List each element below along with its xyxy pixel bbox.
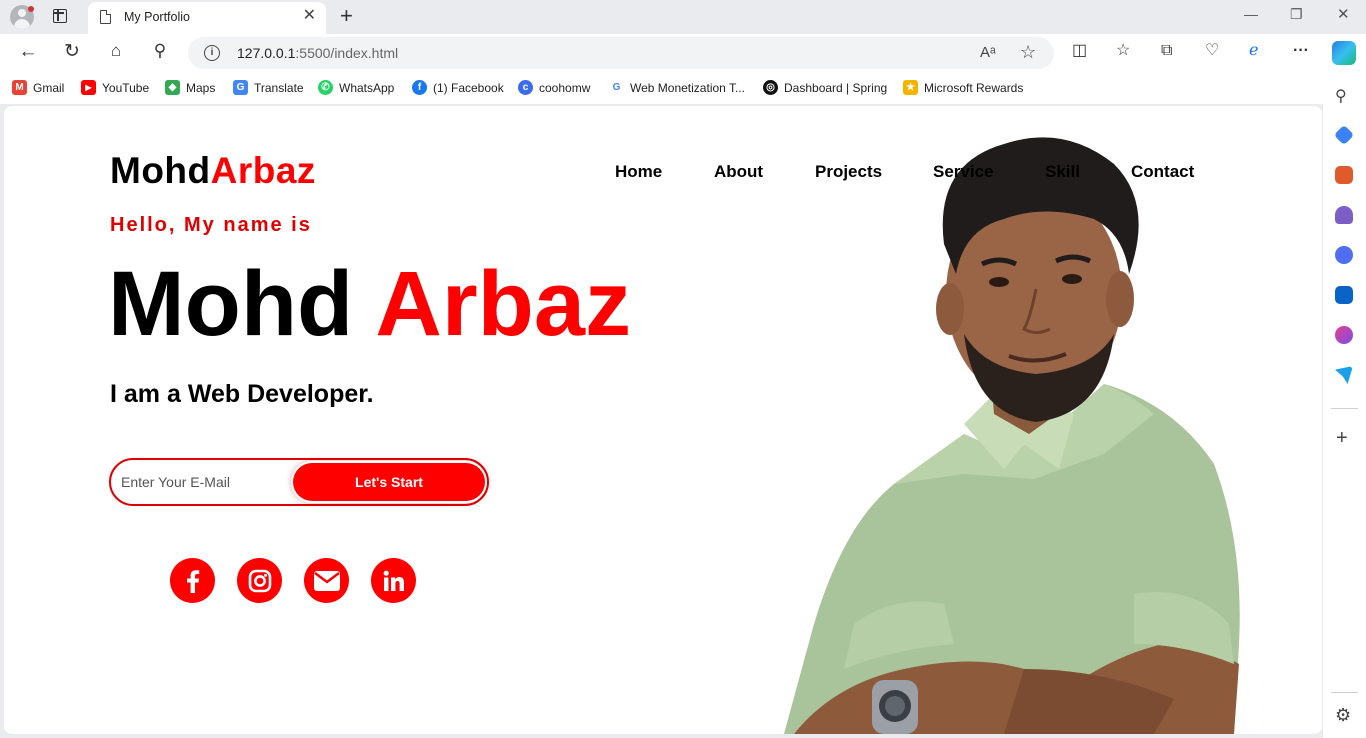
whatsapp-icon: ✆ [318, 80, 333, 95]
email-signup-form: Let's Start [109, 458, 489, 506]
new-tab-icon[interactable]: + [340, 5, 353, 27]
greeting-text: Hello, My name is [110, 214, 312, 236]
linkedin-icon [383, 570, 404, 591]
address-url: 127.0.0.1:5500/index.html [237, 45, 399, 61]
copilot-icon[interactable] [1332, 41, 1356, 65]
tab-title: My Portfolio [124, 10, 190, 24]
sidebar-search-icon[interactable]: ⚲ [1335, 86, 1353, 105]
site-logo[interactable]: MohdArbaz [110, 150, 316, 192]
microsoft365-icon[interactable] [1335, 246, 1353, 264]
browser-titlebar: My Portfolio ✕ + — ❐ ✕ [0, 0, 1366, 34]
email-input[interactable] [121, 468, 291, 496]
mail-icon [313, 570, 340, 591]
bookmark-facebook[interactable]: f (1) Facebook [412, 80, 504, 95]
search-icon[interactable]: ⚲ [149, 42, 171, 59]
facebook-icon: f [412, 80, 427, 95]
role-text: I am a Web Developer. [110, 380, 374, 408]
coohom-icon: c [518, 80, 533, 95]
tab-actions-icon[interactable] [53, 9, 67, 23]
bookmark-coohomw[interactable]: c coohomw [518, 80, 590, 95]
lets-start-button[interactable]: Let's Start [293, 463, 485, 501]
designer-icon[interactable] [1335, 326, 1353, 344]
favorite-star-icon[interactable]: ☆ [1020, 42, 1036, 63]
bookmark-web-monetization[interactable]: G Web Monetization T... [609, 80, 745, 95]
favorites-icon[interactable]: ☆ [1116, 43, 1130, 59]
gmail-icon: M [12, 80, 27, 95]
shopping-tag-icon[interactable] [1333, 124, 1355, 146]
window-close-icon[interactable]: ✕ [1337, 7, 1350, 22]
refresh-icon[interactable]: ↻ [61, 42, 83, 61]
tools-briefcase-icon[interactable] [1335, 166, 1353, 184]
nav-about[interactable]: About [714, 162, 763, 182]
nav-service[interactable]: Service [933, 162, 994, 182]
google-icon: G [609, 80, 624, 95]
read-aloud-icon[interactable]: Aᵃ [980, 44, 996, 61]
sidebar-divider [1331, 408, 1358, 409]
browser-tab[interactable]: My Portfolio ✕ [88, 2, 326, 34]
address-bar[interactable]: i 127.0.0.1:5500/index.html Aᵃ ☆ [188, 37, 1054, 69]
edge-sidebar: ⚲ + ⚙ [1323, 72, 1366, 738]
restore-icon[interactable]: ❐ [1290, 7, 1303, 21]
send-icon[interactable] [1335, 366, 1353, 384]
edge-extension-icon[interactable]: ℯ [1249, 43, 1258, 59]
instagram-link[interactable] [237, 558, 282, 603]
sidebar-divider [1331, 692, 1358, 693]
bookmark-maps[interactable]: ◆ Maps [165, 80, 215, 95]
page-icon [100, 10, 111, 24]
bookmark-youtube[interactable]: ▶ YouTube [81, 80, 149, 95]
bookmarks-bar: M Gmail ▶ YouTube ◆ Maps G Translate ✆ W… [0, 72, 1366, 104]
nav-home[interactable]: Home [615, 162, 662, 182]
collections-icon[interactable]: ⧉ [1161, 43, 1172, 59]
sidebar-settings-icon[interactable]: ⚙ [1335, 706, 1351, 724]
profile-photo [784, 137, 1240, 734]
browser-essentials-icon[interactable]: ♡ [1205, 43, 1219, 59]
nav-projects[interactable]: Projects [815, 162, 882, 182]
split-screen-icon[interactable]: ◫ [1072, 43, 1087, 59]
site-info-icon[interactable]: i [204, 45, 220, 61]
linkedin-link[interactable] [371, 558, 416, 603]
nav-contact[interactable]: Contact [1131, 162, 1194, 182]
bookmark-translate[interactable]: G Translate [233, 80, 304, 95]
minimize-icon[interactable]: — [1244, 7, 1258, 21]
home-icon[interactable]: ⌂ [105, 42, 127, 59]
more-menu-icon[interactable]: ··· [1293, 43, 1309, 59]
youtube-icon: ▶ [81, 80, 96, 95]
translate-icon: G [233, 80, 248, 95]
email-link[interactable] [304, 558, 349, 603]
maps-icon: ◆ [165, 80, 180, 95]
instagram-icon [248, 569, 271, 592]
close-tab-icon[interactable]: ✕ [303, 8, 316, 24]
bookmark-microsoft-rewards[interactable]: ★ Microsoft Rewards [903, 80, 1023, 95]
bookmark-gmail[interactable]: M Gmail [12, 80, 64, 95]
spring-icon: ◎ [763, 80, 778, 95]
games-icon[interactable] [1335, 206, 1353, 224]
bookmark-whatsapp[interactable]: ✆ WhatsApp [318, 80, 394, 95]
outlook-icon[interactable] [1335, 286, 1353, 304]
browser-toolbar: ← ↻ ⌂ ⚲ i 127.0.0.1:5500/index.html Aᵃ ☆… [0, 34, 1366, 72]
facebook-link[interactable] [170, 558, 215, 603]
page-viewport: MohdArbaz Home About Projects Service Sk… [4, 106, 1322, 734]
hero-name: Mohd Arbaz [108, 253, 631, 355]
notification-dot [28, 6, 34, 12]
facebook-icon [186, 569, 199, 593]
rewards-icon: ★ [903, 80, 918, 95]
add-sidebar-app-icon[interactable]: + [1336, 428, 1348, 448]
nav-skill[interactable]: Skill [1045, 162, 1080, 182]
back-icon[interactable]: ← [17, 42, 39, 61]
bookmark-dashboard-spring[interactable]: ◎ Dashboard | Spring [763, 80, 887, 95]
